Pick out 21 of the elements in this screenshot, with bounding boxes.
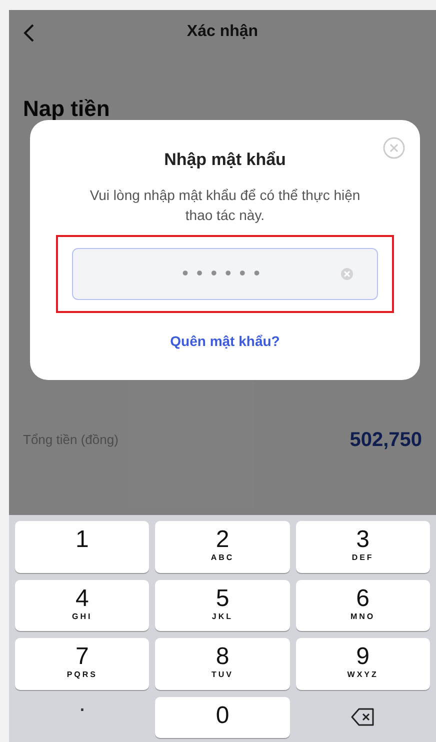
clear-icon[interactable] [341,268,353,280]
dialog-message: Vui lòng nhập mật khẩu để có thể thực hiện thao tác này. [88,186,362,224]
keypad-key[interactable]: 5 JKL [155,580,290,631]
back-icon[interactable] [23,24,35,42]
close-icon[interactable] [383,137,405,159]
header-title: Xác nhận [186,22,258,42]
total-amount: 502,750 [350,428,422,453]
forgot-password-link[interactable]: Quên mật khẩu? [170,330,280,352]
keypad-key[interactable]: 4 GHI [15,580,150,631]
keypad-key[interactable]: 8 TUV [155,638,290,690]
keypad-key[interactable]: 7 PQRS [15,638,150,690]
backspace-icon [350,708,375,726]
keypad-key[interactable]: 0 [155,696,290,738]
keypad-key[interactable]: 2 ABC [155,521,290,572]
keypad-key[interactable]: . [15,696,150,738]
keypad-key[interactable]: 9 WXYZ [296,638,430,690]
keypad-key[interactable]: 3 DEF [296,521,430,572]
keypad-key[interactable]: 6 MNO [296,580,430,631]
dialog-title: Nhập mật khẩu [164,149,286,171]
page-title: Nap tiền [23,95,111,123]
keypad-key[interactable]: 1 [15,521,150,572]
